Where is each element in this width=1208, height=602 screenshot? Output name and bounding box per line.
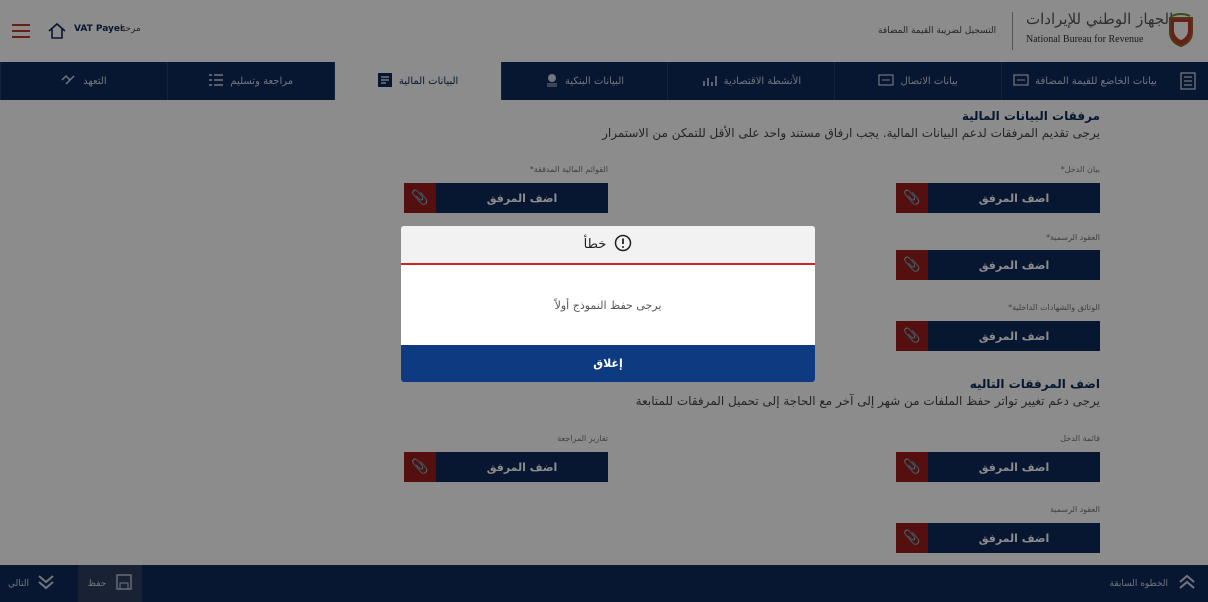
error-dialog: خطأ يرجى حفظ النموذج أولاً إغلاق (401, 226, 815, 382)
dialog-title: خطأ (583, 237, 607, 252)
page: VAT Payer مرحبا التسجيل لضريبة القيمة ال… (0, 0, 1208, 602)
alert-circle-icon (614, 234, 632, 256)
dialog-header: خطأ (401, 226, 815, 265)
close-button[interactable]: إغلاق (401, 345, 815, 382)
dialog-message: يرجى حفظ النموذج أولاً (554, 298, 662, 312)
